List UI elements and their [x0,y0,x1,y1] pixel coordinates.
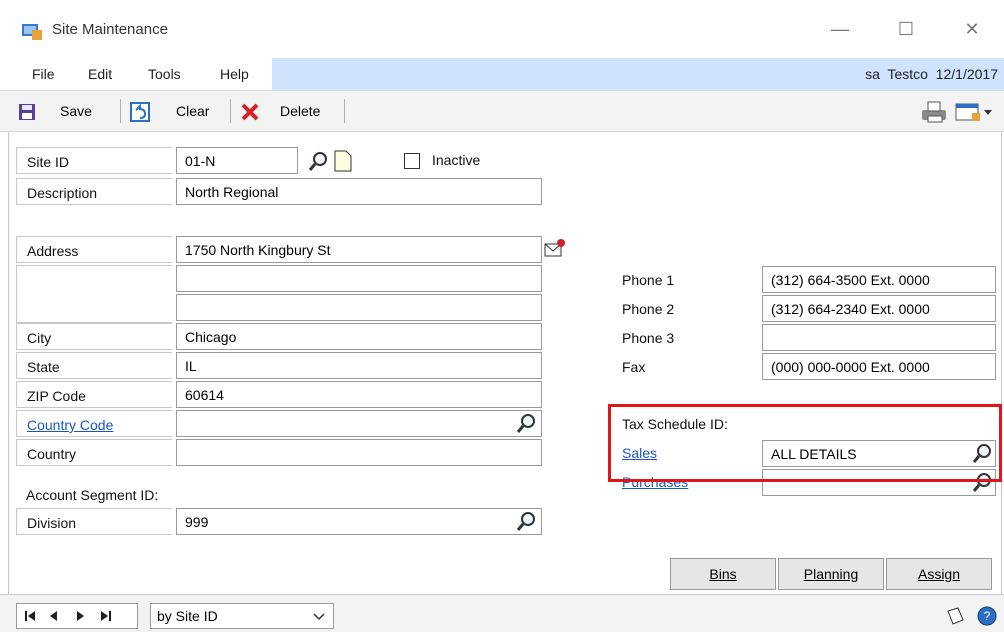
planning-button[interactable]: Planning [778,558,884,590]
site-id-lookup-icon[interactable] [308,150,330,175]
city-field[interactable]: Chicago [176,323,542,350]
fax-label: Fax [622,359,646,375]
previous-record-icon[interactable] [50,611,57,621]
maximize-button[interactable]: ☐ [886,14,926,44]
clear-icon[interactable] [130,102,150,122]
phone1-field[interactable]: (312) 664-3500 Ext. 0000 [762,266,996,293]
address-line1-field[interactable]: 1750 North Kingbury St [176,236,542,263]
highlight-box [608,404,1002,482]
phone3-field[interactable] [762,324,996,351]
menu-file[interactable]: File [32,66,55,82]
help-icon[interactable]: ? [976,605,998,630]
phone1-label: Phone 1 [622,272,675,288]
sort-order-select[interactable]: by Site ID [150,603,334,629]
description-field[interactable]: North Regional [176,178,542,205]
division-lookup-icon[interactable] [516,510,538,535]
app-icon [22,22,42,40]
save-button[interactable]: Save [60,103,92,119]
svg-text:?: ? [984,609,991,623]
user-info: sa Testco 12/1/2017 [865,66,998,82]
phone2-field[interactable]: (312) 664-2340 Ext. 0000 [762,295,996,322]
address-line2-field[interactable] [176,265,542,292]
window-title: Site Maintenance [52,21,168,38]
bins-button-label: Bins [709,566,737,582]
save-icon[interactable] [18,103,36,121]
new-document-icon[interactable] [334,150,352,175]
address-label: Address [16,236,172,263]
country-code-label: Country Code [16,410,172,437]
chevron-down-icon[interactable] [312,610,326,626]
window-options-icon[interactable] [954,101,996,123]
menu-edit[interactable]: Edit [88,66,112,82]
site-id-field[interactable]: 01-N [176,147,298,174]
note-icon[interactable] [944,605,966,630]
menu-help[interactable]: Help [220,66,249,82]
last-record-icon[interactable] [101,611,111,621]
address-line3-field[interactable] [176,294,542,321]
next-record-icon[interactable] [77,611,84,621]
minimize-button[interactable]: — [820,14,860,44]
phone3-label: Phone 3 [622,330,675,346]
description-label: Description [16,178,172,205]
toolbar-separator [344,99,345,123]
city-label: City [16,323,172,350]
record-navigation [16,603,138,629]
assign-button[interactable]: Assign [886,558,992,590]
printer-icon[interactable] [918,100,952,124]
country-label: Country [16,439,172,466]
inactive-checkbox[interactable] [404,153,420,169]
account-segment-heading: Account Segment ID: [26,487,159,503]
internet-info-icon[interactable] [544,238,566,263]
zip-field[interactable]: 60614 [176,381,542,408]
phone2-label: Phone 2 [622,301,675,317]
menu-tools[interactable]: Tools [148,66,181,82]
division-field[interactable]: 999 [176,508,542,535]
toolbar-separator [230,99,231,123]
close-button[interactable]: ✕ [952,14,992,44]
state-field[interactable]: IL [176,352,542,379]
inactive-label: Inactive [432,152,481,168]
country-field[interactable] [176,439,542,466]
toolbar-separator [120,99,121,123]
zip-label: ZIP Code [16,381,172,408]
state-label: State [16,352,172,379]
delete-icon[interactable] [240,102,260,122]
division-label: Division [16,508,172,535]
toolbar [0,90,1004,132]
first-record-icon[interactable] [25,611,35,621]
clear-button[interactable]: Clear [176,103,209,119]
assign-button-label: Assign [917,566,961,582]
address-extra-label [16,265,172,323]
bins-button[interactable]: Bins [670,558,776,590]
country-code-lookup-icon[interactable] [516,412,538,437]
fax-field[interactable]: (000) 000-0000 Ext. 0000 [762,353,996,380]
site-id-label: Site ID [16,147,172,174]
country-code-field[interactable] [176,410,542,437]
delete-button[interactable]: Delete [280,103,320,119]
planning-button-label: Planning [803,566,859,582]
sort-order-value: by Site ID [157,608,218,624]
country-code-link[interactable]: Country Code [27,417,113,433]
